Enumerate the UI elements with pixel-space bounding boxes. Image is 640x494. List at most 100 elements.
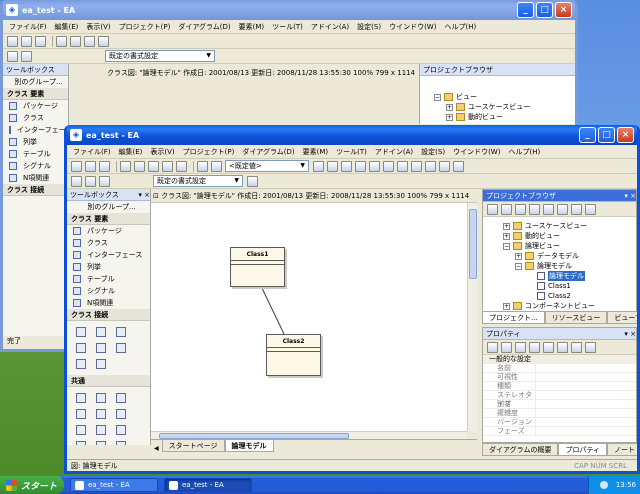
props-icon[interactable] — [557, 341, 568, 353]
expand-icon[interactable]: + — [503, 302, 510, 310]
menu-settings[interactable]: 設定(S) — [417, 147, 449, 157]
prop-value[interactable] — [535, 364, 636, 372]
globe-icon[interactable] — [313, 160, 324, 172]
preview-icon[interactable] — [211, 160, 222, 172]
tree-class2[interactable]: Class2 — [483, 291, 636, 301]
back-tool-enum[interactable]: 列挙 — [3, 136, 68, 148]
trace-icon[interactable] — [76, 441, 86, 445]
start-button[interactable]: スタート — [0, 476, 64, 494]
zoom-icon[interactable] — [397, 160, 408, 172]
menu-window[interactable]: ウインドウ(W) — [449, 147, 504, 157]
back-tool-class[interactable]: クラス — [3, 112, 68, 124]
tree-logical-model-diagram[interactable]: 論理モデル — [483, 271, 636, 281]
default-combo[interactable]: <既定値> ▼ — [225, 160, 309, 172]
front-window[interactable]: ◈ ea_test - EA _ □ × ファイル(F) 編集(E) 表示(V)… — [64, 125, 640, 474]
tab-resources[interactable]: リソースビュー — [544, 312, 608, 324]
other-group-button[interactable]: 別のグループ... — [67, 201, 150, 213]
group-class-connectors[interactable]: クラス 接続 — [67, 309, 150, 321]
props-icon[interactable] — [529, 341, 540, 353]
back-tool-interface[interactable]: インターフェース — [3, 124, 68, 136]
open-icon[interactable] — [21, 35, 32, 47]
back-window-titlebar[interactable]: ◈ ea_test - EA _ □ × — [3, 0, 575, 20]
tab-notes[interactable]: ノート — [607, 444, 637, 456]
props-icon[interactable] — [515, 341, 526, 353]
group-common[interactable]: 共通 — [67, 375, 150, 387]
tree-data-model[interactable]: + データモデル — [483, 251, 636, 261]
menu-element[interactable]: 要素(M) — [235, 22, 269, 32]
arrow-up-icon[interactable] — [571, 203, 582, 215]
browser-search-icon[interactable] — [557, 203, 568, 215]
menu-tools[interactable]: ツール(T) — [332, 147, 371, 157]
menu-edit[interactable]: 編集(E) — [115, 147, 147, 157]
back-tool-table[interactable]: テーブル — [3, 148, 68, 160]
tool-table[interactable]: テーブル — [67, 273, 150, 285]
boundary-icon[interactable] — [116, 393, 126, 403]
minimize-icon[interactable]: _ — [517, 2, 534, 18]
pin-icon[interactable]: ▾ × — [624, 328, 636, 339]
hyperlink-icon[interactable] — [116, 425, 126, 435]
minimize-icon[interactable]: _ — [579, 127, 596, 143]
undo-icon[interactable] — [98, 35, 109, 47]
back-group-connectors[interactable]: クラス 接続 — [3, 184, 68, 196]
composition-icon[interactable] — [116, 327, 126, 337]
collapse-icon[interactable]: − — [503, 242, 510, 250]
undo-icon[interactable] — [162, 160, 173, 172]
align-icon[interactable] — [383, 160, 394, 172]
connector-line[interactable] — [151, 203, 467, 431]
close-icon[interactable]: × — [617, 127, 634, 143]
tree-usecase-view[interactable]: + ユースケースビュー — [483, 221, 636, 231]
tab-logical-model[interactable]: 論理モデル — [224, 440, 274, 452]
expand-icon[interactable]: + — [503, 222, 510, 230]
class1-element[interactable]: Class1 — [230, 247, 285, 287]
options-icon[interactable] — [453, 160, 464, 172]
group-class-elements[interactable]: クラス 要素 — [67, 213, 150, 225]
association-icon[interactable] — [76, 327, 86, 337]
prop-stereotype[interactable]: ステレオタイプ — [483, 391, 636, 408]
brush-icon[interactable] — [247, 175, 258, 187]
close-icon[interactable]: × — [555, 2, 572, 18]
layout-icon[interactable] — [369, 160, 380, 172]
tray-icon[interactable] — [599, 481, 608, 489]
collapse-icon[interactable]: − — [434, 93, 441, 101]
pin-icon[interactable]: ▾ × — [138, 189, 150, 200]
back-tool-signal[interactable]: シグナル — [3, 160, 68, 172]
notelink-icon[interactable] — [96, 441, 106, 445]
pin-icon[interactable]: ▾ × — [624, 190, 636, 201]
menu-help[interactable]: ヘルプ(H) — [440, 22, 480, 32]
prop-version[interactable]: バージョン — [483, 418, 636, 427]
browser-element-icon[interactable] — [543, 203, 554, 215]
flow-icon[interactable] — [116, 441, 126, 445]
view-icon[interactable] — [411, 160, 422, 172]
constraint-icon[interactable] — [96, 409, 106, 419]
menu-settings[interactable]: 設定(S) — [353, 22, 385, 32]
text-icon[interactable] — [96, 393, 106, 403]
menu-addin[interactable]: アドイン(A) — [307, 22, 353, 32]
save-icon[interactable] — [35, 35, 46, 47]
issue-icon[interactable] — [116, 409, 126, 419]
color-icon[interactable] — [99, 175, 110, 187]
realization-icon[interactable] — [116, 343, 126, 353]
nesting-icon[interactable] — [76, 359, 86, 369]
tool-enum[interactable]: 列挙 — [67, 261, 150, 273]
menu-window[interactable]: ウインドウ(W) — [385, 22, 440, 32]
prop-value[interactable] — [535, 373, 636, 381]
expand-icon[interactable]: + — [446, 103, 453, 111]
tab-start-page[interactable]: スタートページ — [161, 440, 225, 452]
copy-icon[interactable] — [134, 160, 145, 172]
menu-edit[interactable]: 編集(E) — [51, 22, 83, 32]
prop-alias[interactable]: 別名 — [483, 400, 636, 409]
menu-file[interactable]: ファイル(F) — [69, 147, 115, 157]
browser-add-icon[interactable] — [501, 203, 512, 215]
browser-new-icon[interactable] — [487, 203, 498, 215]
back-group-elements[interactable]: クラス 要素 — [3, 88, 68, 100]
open-icon[interactable] — [85, 160, 96, 172]
new-icon[interactable] — [71, 160, 82, 172]
change-icon[interactable] — [76, 425, 86, 435]
menu-help[interactable]: ヘルプ(H) — [504, 147, 544, 157]
maximize-icon[interactable]: □ — [598, 127, 615, 143]
back-tool-package[interactable]: パッケージ — [3, 100, 68, 112]
print-icon[interactable] — [197, 160, 208, 172]
search-icon[interactable] — [327, 160, 338, 172]
prop-name[interactable]: 名前 — [483, 364, 636, 373]
save-icon[interactable] — [99, 160, 110, 172]
